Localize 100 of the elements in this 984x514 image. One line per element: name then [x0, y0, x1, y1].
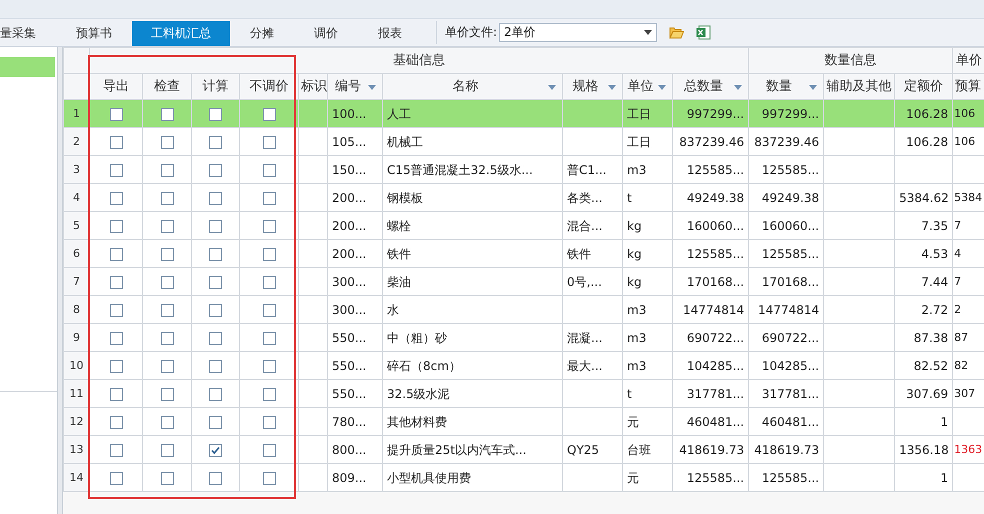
checkbox[interactable]: [110, 332, 122, 345]
checkbox[interactable]: [209, 332, 222, 345]
column-header[interactable]: 总数量: [672, 74, 749, 100]
row-number[interactable]: 7: [64, 268, 90, 296]
checkbox[interactable]: [110, 192, 122, 205]
checkbox[interactable]: [209, 444, 222, 457]
checkbox[interactable]: [160, 192, 174, 205]
column-header[interactable]: 编号: [328, 74, 382, 100]
tab[interactable]: 调价: [294, 21, 358, 46]
checkbox[interactable]: [209, 164, 222, 177]
row-number[interactable]: 5: [64, 212, 90, 240]
spreadsheet-icon[interactable]: [696, 25, 712, 40]
checkbox[interactable]: [209, 136, 222, 149]
checkbox[interactable]: [110, 108, 122, 121]
checkbox[interactable]: [160, 388, 174, 401]
checkbox[interactable]: [160, 416, 174, 429]
checkbox[interactable]: [209, 304, 222, 317]
column-header[interactable]: 导出: [90, 74, 142, 100]
checkbox[interactable]: [160, 360, 174, 373]
checkbox[interactable]: [160, 136, 174, 149]
price-file-select[interactable]: 2单价: [499, 23, 658, 42]
row-number[interactable]: 8: [64, 296, 90, 324]
checkbox[interactable]: [110, 304, 122, 317]
checkbox[interactable]: [160, 108, 174, 121]
row-number[interactable]: 6: [64, 240, 90, 268]
column-header[interactable]: 不调价: [240, 74, 298, 100]
checkbox[interactable]: [209, 388, 222, 401]
checkbox[interactable]: [262, 388, 276, 401]
column-header[interactable]: 规格: [562, 74, 622, 100]
checkbox[interactable]: [209, 220, 222, 233]
checkbox[interactable]: [262, 444, 276, 457]
checkbox[interactable]: [209, 472, 222, 485]
column-header[interactable]: 数量: [748, 74, 824, 100]
checkbox[interactable]: [160, 472, 174, 485]
checkbox[interactable]: [110, 220, 122, 233]
checkbox[interactable]: [110, 136, 122, 149]
row-number[interactable]: 3: [64, 156, 90, 184]
checkbox[interactable]: [209, 248, 222, 261]
checkbox[interactable]: [209, 108, 222, 121]
unit-cell: kg: [627, 274, 642, 288]
checkbox[interactable]: [209, 416, 222, 429]
checkbox[interactable]: [209, 276, 222, 289]
column-header[interactable]: 名称: [382, 74, 562, 100]
column-header[interactable]: 单位: [622, 74, 672, 100]
checkbox[interactable]: [110, 164, 122, 177]
checkbox[interactable]: [262, 136, 276, 149]
checkbox[interactable]: [160, 276, 174, 289]
checkbox[interactable]: [262, 220, 276, 233]
column-header[interactable]: 计算: [192, 74, 240, 100]
checkbox[interactable]: [110, 388, 122, 401]
checkbox[interactable]: [209, 192, 222, 205]
checkbox[interactable]: [262, 276, 276, 289]
checkbox[interactable]: [160, 164, 174, 177]
row-number[interactable]: 2: [64, 128, 90, 156]
checkbox[interactable]: [262, 304, 276, 317]
row-number[interactable]: 13: [64, 436, 90, 464]
checkbox[interactable]: [262, 360, 276, 373]
dropdown-arrow-icon[interactable]: [809, 85, 818, 90]
dropdown-arrow-icon[interactable]: [548, 85, 556, 90]
checkbox[interactable]: [110, 416, 122, 429]
tab[interactable]: 预算书: [56, 21, 132, 46]
checkbox[interactable]: [209, 360, 222, 373]
tab[interactable]: 分摊: [230, 21, 294, 46]
checkbox[interactable]: [110, 276, 122, 289]
row-number[interactable]: 10: [64, 352, 90, 380]
checkbox[interactable]: [262, 164, 276, 177]
checkbox[interactable]: [262, 248, 276, 261]
row-number[interactable]: 9: [64, 324, 90, 352]
tab[interactable]: 工料机汇总: [132, 21, 230, 46]
checkbox[interactable]: [110, 444, 122, 457]
checkbox[interactable]: [110, 472, 122, 485]
dropdown-arrow-icon[interactable]: [734, 85, 742, 90]
checkbox[interactable]: [262, 108, 276, 121]
row-number[interactable]: 1: [64, 100, 90, 128]
dropdown-arrow-icon[interactable]: [608, 85, 616, 90]
checkbox[interactable]: [160, 332, 174, 345]
checkbox[interactable]: [262, 472, 276, 485]
budget-price-cell: 307: [952, 380, 984, 408]
column-header[interactable]: 辅助及其他: [824, 74, 895, 100]
dropdown-arrow-icon[interactable]: [368, 85, 376, 90]
checkbox[interactable]: [110, 360, 122, 373]
dropdown-arrow-icon[interactable]: [658, 85, 666, 90]
checkbox[interactable]: [160, 220, 174, 233]
checkbox[interactable]: [262, 332, 276, 345]
tab[interactable]: 报表: [358, 21, 422, 46]
row-number[interactable]: 14: [64, 464, 90, 492]
checkbox[interactable]: [110, 248, 122, 261]
checkbox[interactable]: [160, 248, 174, 261]
row-number[interactable]: 12: [64, 408, 90, 436]
folder-icon[interactable]: [669, 26, 684, 39]
checkbox[interactable]: [160, 304, 174, 317]
checkbox[interactable]: [262, 192, 276, 205]
checkbox[interactable]: [160, 444, 174, 457]
row-number[interactable]: 11: [64, 380, 90, 408]
tab[interactable]: 量采集: [0, 21, 56, 46]
column-header[interactable]: 检查: [142, 74, 192, 100]
column-header[interactable]: 定额价: [894, 74, 953, 100]
checkbox[interactable]: [262, 416, 276, 429]
row-number[interactable]: 4: [64, 184, 90, 212]
column-header[interactable]: 预算: [952, 74, 984, 100]
